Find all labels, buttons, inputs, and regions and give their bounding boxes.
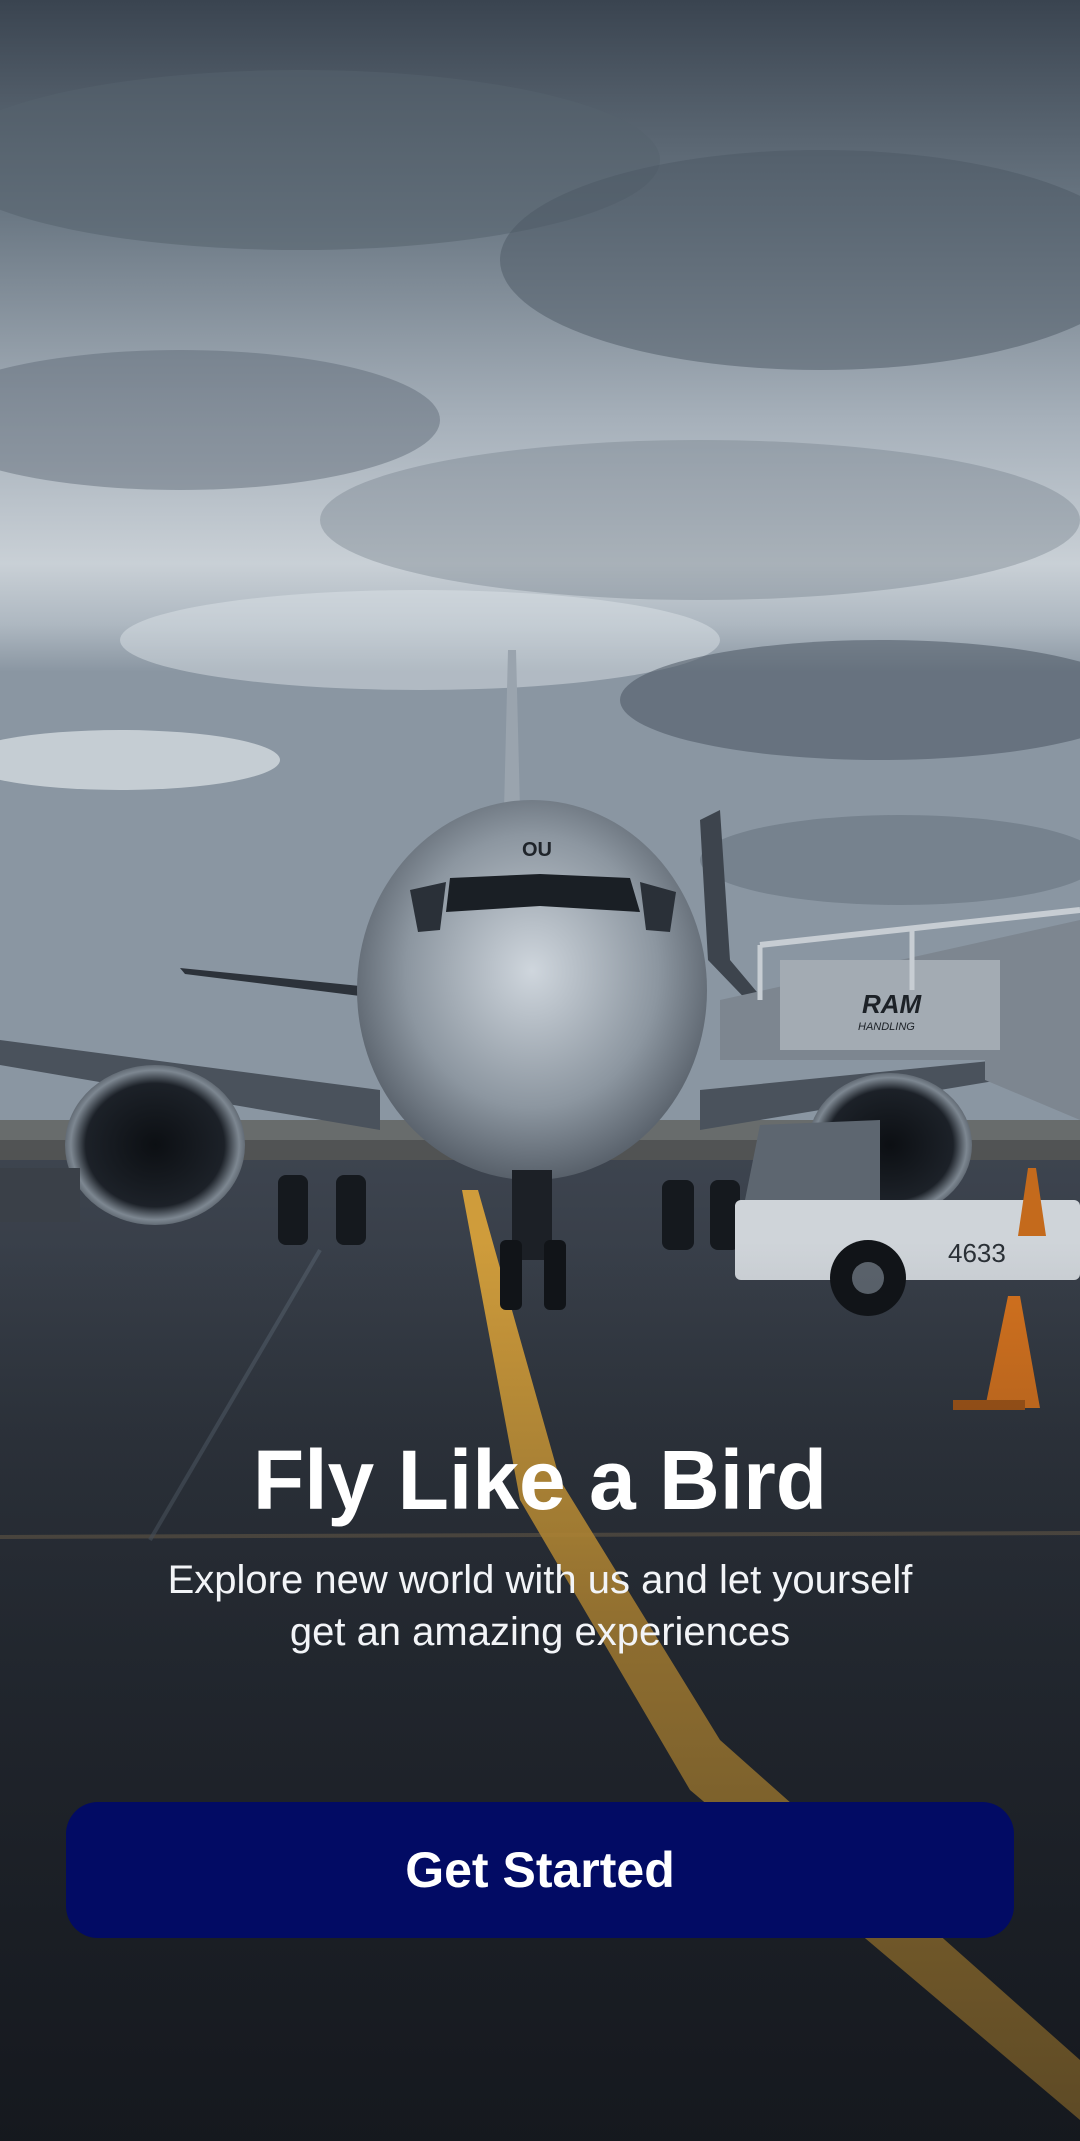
stairs-logo-text: RAM (862, 989, 923, 1019)
hero-text-block: Fly Like a Bird Explore new world with u… (0, 1430, 1080, 1658)
onboarding-screen: OU RAM HANDLING 4633 Fly Li (0, 0, 1080, 2141)
page-subtitle: Explore new world with us and let yourse… (167, 1558, 913, 1654)
stairs-logo-sub-text: HANDLING (858, 1021, 915, 1033)
page-title: Fly Like a Bird (252, 1433, 828, 1527)
bottom-gradient-overlay (0, 1241, 1080, 2141)
get-started-button[interactable]: Get Started (66, 1802, 1014, 1938)
aircraft-nose-text: OU (522, 839, 552, 861)
